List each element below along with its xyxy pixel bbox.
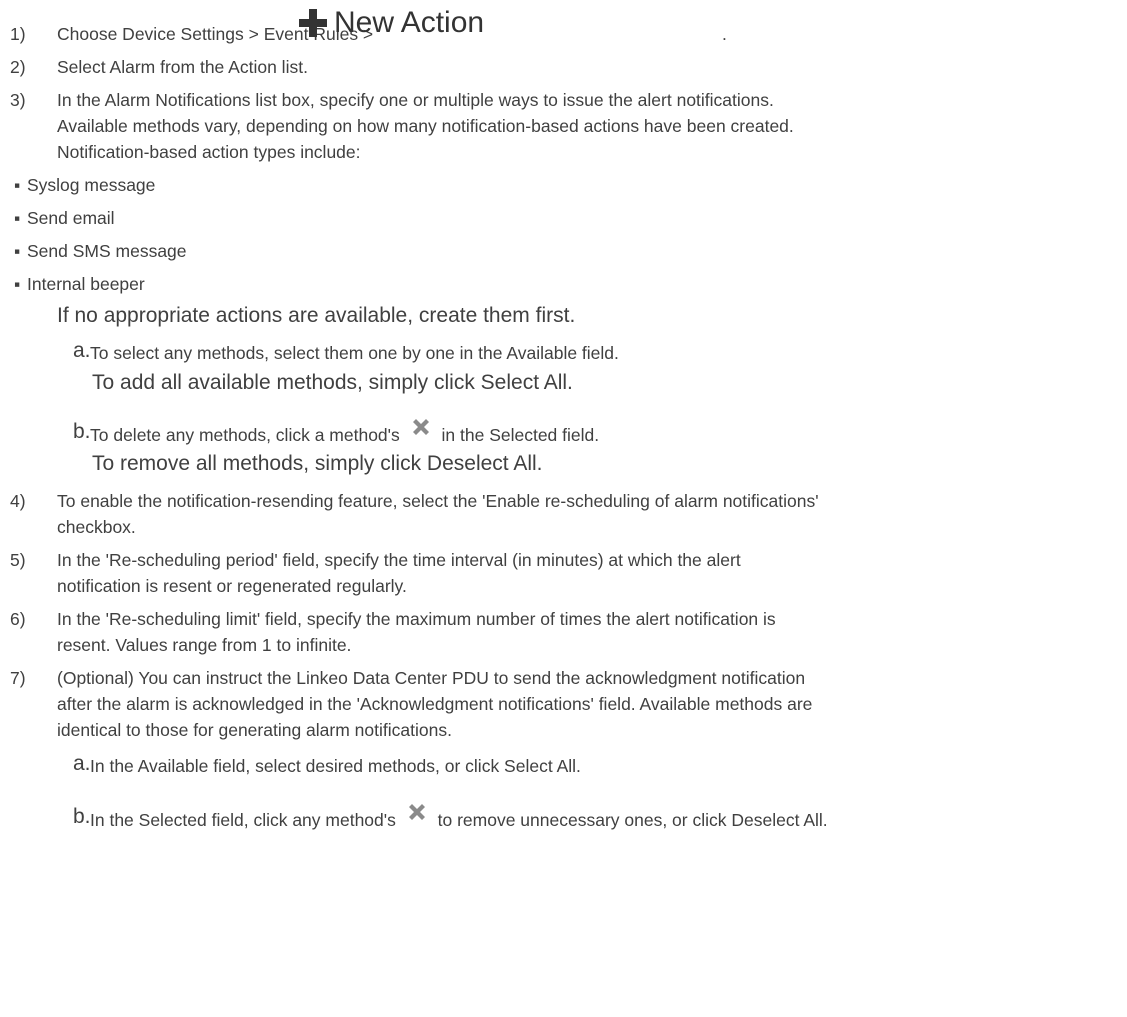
- list-item-text: Send email: [27, 208, 115, 228]
- substep-letter: a.: [73, 752, 91, 775]
- x-icon: [405, 804, 429, 830]
- step-text-line: notification is resent or regenerated re…: [57, 576, 407, 596]
- step-text-line: To enable the notification-resending fea…: [57, 491, 819, 511]
- step-text-line: identical to those for generating alarm …: [57, 720, 452, 740]
- substep-text: In the Selected field, click any method'…: [90, 804, 828, 833]
- substep-text-after: to remove unnecessary ones, or click Des…: [437, 810, 828, 830]
- step-number: 2): [10, 57, 26, 77]
- step-text-line: In the 'Re-scheduling period' field, spe…: [57, 550, 741, 570]
- list-item-text: Internal beeper: [27, 274, 145, 294]
- step-text-line: checkbox.: [57, 517, 136, 537]
- step-text: Select Alarm from the Action list.: [57, 57, 308, 77]
- note-text: To remove all methods, simply click Dese…: [92, 452, 543, 475]
- bullet-icon: ▪: [14, 241, 21, 261]
- step-number: 3): [10, 90, 26, 110]
- step-text-line: after the alarm is acknowledged in the '…: [57, 694, 813, 714]
- note-text: If no appropriate actions are available,…: [57, 304, 576, 327]
- instruction-document: 1) Choose Device Settings > Event Rules …: [0, 0, 1127, 1017]
- step-number: 1): [10, 24, 26, 44]
- substep-text-after: in the Selected field.: [441, 425, 600, 445]
- step-text-line: Available methods vary, depending on how…: [57, 116, 794, 136]
- step-1-trailing: .: [722, 24, 727, 44]
- step-text-line: (Optional) You can instruct the Linkeo D…: [57, 668, 806, 688]
- note-text: To add all available methods, simply cli…: [92, 371, 573, 394]
- substep-letter: b.: [73, 420, 91, 443]
- substep-text-before: In the Selected field, click any method'…: [90, 810, 396, 830]
- step-number: 4): [10, 491, 26, 511]
- bullet-icon: ▪: [14, 274, 21, 294]
- bullet-icon: ▪: [14, 175, 21, 195]
- new-action-label: New Action: [334, 6, 485, 39]
- step-number: 7): [10, 668, 26, 688]
- step-number: 6): [10, 609, 26, 629]
- list-item-text: Send SMS message: [27, 241, 187, 261]
- list-item-text: Syslog message: [27, 175, 156, 195]
- step-text-line: resent. Values range from 1 to infinite.: [57, 635, 352, 655]
- step-text-line: In the Alarm Notifications list box, spe…: [57, 90, 774, 110]
- substep-text: To select any methods, select them one b…: [90, 343, 619, 363]
- x-icon: [409, 419, 433, 445]
- bullet-icon: ▪: [14, 208, 21, 228]
- substep-text: In the Available field, select desired m…: [90, 756, 581, 776]
- substep-text: To delete any methods, click a method's …: [90, 419, 600, 448]
- substep-text-before: To delete any methods, click a method's: [90, 425, 400, 445]
- new-action-button: New Action: [298, 2, 484, 44]
- step-number: 5): [10, 550, 26, 570]
- step-text-line: Notification-based action types include:: [57, 142, 361, 162]
- substep-letter: a.: [73, 339, 91, 362]
- plus-icon: [299, 9, 327, 37]
- step-text-line: In the 'Re-scheduling limit' field, spec…: [57, 609, 776, 629]
- substep-letter: b.: [73, 805, 91, 828]
